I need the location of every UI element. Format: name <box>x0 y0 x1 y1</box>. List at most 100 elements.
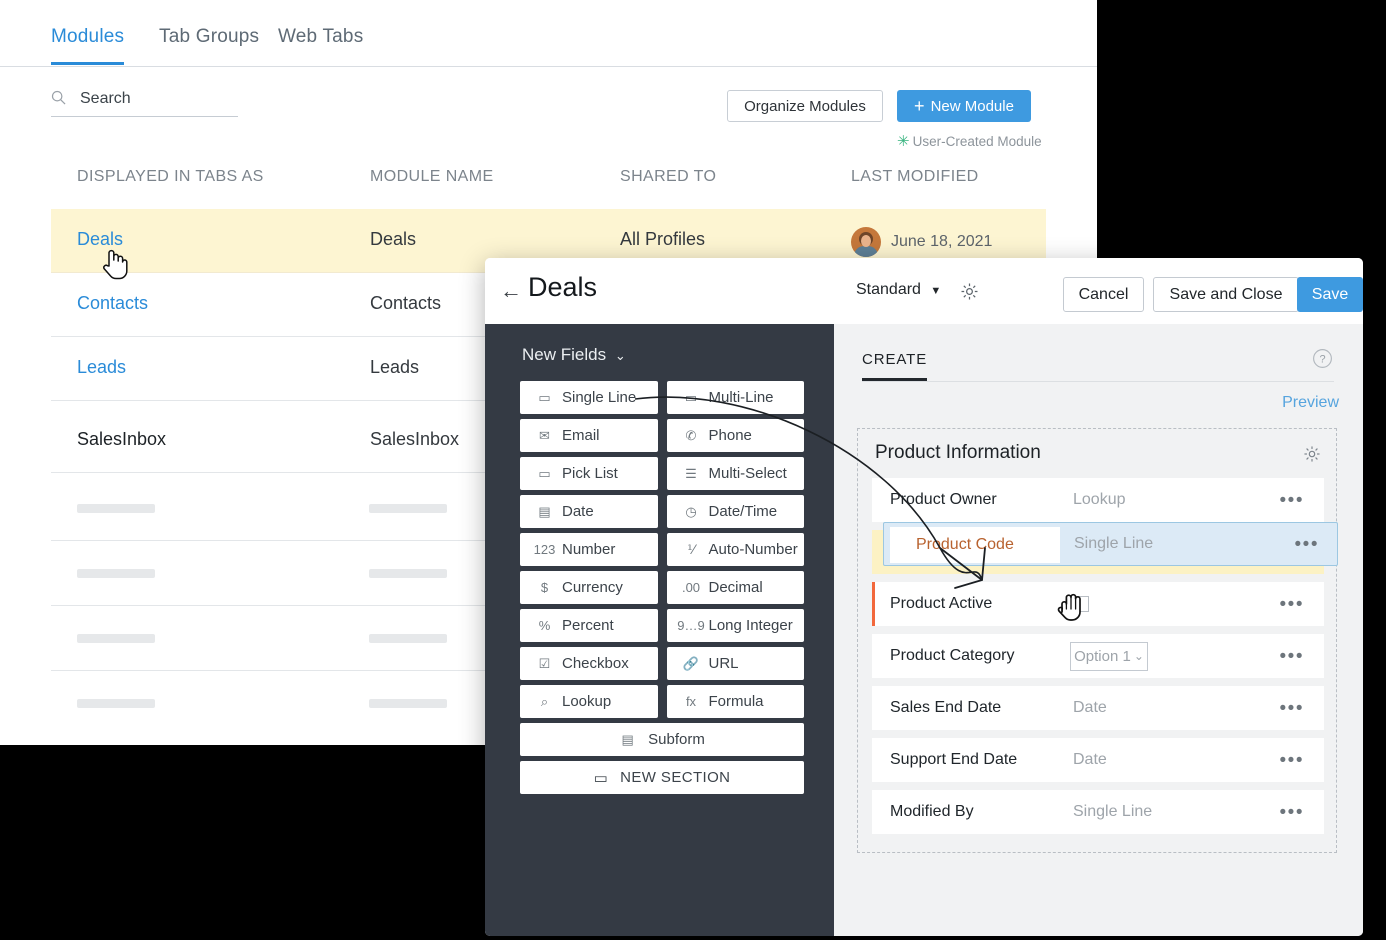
palette-row: ✉ Email ✆ Phone <box>520 419 804 452</box>
field-type-subform[interactable]: ▤ Subform <box>520 723 804 756</box>
modal-title: Deals <box>528 272 597 303</box>
new-fields-sidebar: New Fields ⌄ ▭ Single Line ▭ Multi-Line … <box>485 324 834 936</box>
product-active-checkbox[interactable] <box>1073 596 1089 612</box>
field-row-product-active[interactable]: Product Active ••• <box>872 582 1324 626</box>
screenshot-root: Modules Tab Groups Web Tabs Organize Mod… <box>0 0 1386 940</box>
field-row-support-end-date[interactable]: Support End Date Date ••• <box>872 738 1324 782</box>
save-button[interactable]: Save <box>1297 277 1363 312</box>
field-drop-target[interactable]: Product Code Single Line ••• <box>872 530 1324 574</box>
field-type-currency[interactable]: $ Currency <box>520 571 658 604</box>
layout-canvas: CREATE ? Preview Product Information <box>834 324 1363 936</box>
field-type-value: Lookup <box>1073 491 1126 509</box>
field-type-multi-line[interactable]: ▭ Multi-Line <box>667 381 805 414</box>
field-more-button[interactable]: ••• <box>1280 491 1304 510</box>
layout-select[interactable]: Standard ▼ <box>856 281 941 299</box>
module-name-cell: Leads <box>370 357 419 378</box>
search-box[interactable] <box>51 86 238 117</box>
field-type-multi-select[interactable]: ☰ Multi-Select <box>667 457 805 490</box>
field-type-label: Percent <box>562 617 614 634</box>
subform-icon: ▤ <box>619 732 636 748</box>
gear-icon[interactable] <box>1303 445 1321 468</box>
column-header-module-name: MODULE NAME <box>370 168 494 186</box>
field-type-decimal[interactable]: .00 Decimal <box>667 571 805 604</box>
palette-row: ▤ Subform <box>520 723 804 756</box>
plus-icon: + <box>914 97 925 115</box>
organize-modules-button[interactable]: Organize Modules <box>727 90 883 122</box>
field-more-button[interactable]: ••• <box>1280 751 1304 770</box>
tab-tab-groups[interactable]: Tab Groups <box>159 26 259 62</box>
field-more-button[interactable]: ••• <box>1280 647 1304 666</box>
currency-icon: $ <box>536 580 553 595</box>
cancel-button[interactable]: Cancel <box>1063 277 1144 312</box>
percent-icon: % <box>536 618 553 633</box>
palette-row: ⌕ Lookup fx Formula <box>520 685 804 718</box>
field-type-checkbox[interactable]: ☑ Checkbox <box>520 647 658 680</box>
field-type-percent[interactable]: % Percent <box>520 609 658 642</box>
field-row-sales-end-date[interactable]: Sales End Date Date ••• <box>872 686 1324 730</box>
field-type-value: Date <box>1073 751 1107 769</box>
modal-header: ← Deals Standard ▼ Cancel Save and <box>485 258 1363 324</box>
field-type-label: Long Integer <box>709 617 793 634</box>
field-type-label: Multi-Select <box>709 465 787 482</box>
field-type-lookup[interactable]: ⌕ Lookup <box>520 685 658 718</box>
field-more-button[interactable]: ••• <box>1280 803 1304 822</box>
field-type-url[interactable]: 🔗 URL <box>667 647 805 680</box>
field-type-single-line[interactable]: ▭ Single Line <box>520 381 658 414</box>
calendar-icon: ▤ <box>536 504 553 520</box>
new-fields-label: New Fields <box>522 345 606 364</box>
module-tab-name-link[interactable]: Leads <box>77 357 126 378</box>
section-title: Product Information <box>875 442 1041 464</box>
dragged-field-product-code[interactable]: Product Code Single Line ••• <box>883 522 1338 566</box>
tab-modules[interactable]: Modules <box>51 26 124 65</box>
product-category-select[interactable]: Option 1 ⌄ <box>1070 642 1148 671</box>
field-more-button[interactable]: ••• <box>1280 699 1304 718</box>
field-type-date-time[interactable]: ◷ Date/Time <box>667 495 805 528</box>
gear-icon[interactable] <box>960 282 979 306</box>
new-section-button[interactable]: ▭ NEW SECTION <box>520 761 804 794</box>
save-and-close-button[interactable]: Save and Close <box>1153 277 1299 312</box>
module-tab-name-link[interactable]: Contacts <box>77 293 148 314</box>
field-label: Product Code <box>890 527 1060 563</box>
field-more-button[interactable]: ••• <box>1280 595 1304 614</box>
field-type-formula[interactable]: fx Formula <box>667 685 805 718</box>
field-type-label: URL <box>709 655 739 672</box>
module-name-cell: Deals <box>370 229 416 250</box>
field-row-modified-by[interactable]: Modified By Single Line ••• <box>872 790 1324 834</box>
help-icon[interactable]: ? <box>1312 348 1333 374</box>
palette-row: 123 Number ⅟ Auto-Number <box>520 533 804 566</box>
field-type-label: Multi-Line <box>709 389 774 406</box>
checkbox-icon: ☑ <box>536 656 553 672</box>
auto-number-icon: ⅟ <box>683 542 700 558</box>
field-type-date[interactable]: ▤ Date <box>520 495 658 528</box>
new-fields-title[interactable]: New Fields ⌄ <box>522 345 626 365</box>
placeholder-bar <box>77 569 155 578</box>
new-module-button[interactable]: + New Module <box>897 90 1031 122</box>
search-input[interactable] <box>80 86 235 112</box>
field-type-phone[interactable]: ✆ Phone <box>667 419 805 452</box>
field-row-product-category[interactable]: Product Category Option 1 ⌄ ••• <box>872 634 1324 678</box>
placeholder-bar <box>77 504 155 513</box>
field-type-email[interactable]: ✉ Email <box>520 419 658 452</box>
field-type-label: Phone <box>709 427 752 444</box>
field-more-button[interactable]: ••• <box>1295 535 1319 554</box>
multi-line-icon: ▭ <box>683 390 700 406</box>
field-type-label: Decimal <box>709 579 763 596</box>
preview-link[interactable]: Preview <box>1282 394 1339 412</box>
field-type-auto-number[interactable]: ⅟ Auto-Number <box>667 533 805 566</box>
field-type-label: Checkbox <box>562 655 629 672</box>
module-tab-name-link[interactable]: Deals <box>77 229 123 250</box>
tab-create-label: CREATE <box>862 351 927 381</box>
palette-row: ▭ Single Line ▭ Multi-Line <box>520 381 804 414</box>
module-name-cell: SalesInbox <box>370 429 459 450</box>
back-arrow-icon[interactable]: ← <box>500 280 522 302</box>
new-module-label: New Module <box>931 98 1014 115</box>
placeholder-bar <box>369 699 447 708</box>
field-type-number[interactable]: 123 Number <box>520 533 658 566</box>
tab-create[interactable]: CREATE <box>862 351 927 381</box>
field-row-product-owner[interactable]: Product Owner Lookup ••• <box>872 478 1324 522</box>
field-type-long-integer[interactable]: 9…9 Long Integer <box>667 609 805 642</box>
tab-web-tabs[interactable]: Web Tabs <box>278 26 363 62</box>
module-tab-name-label: SalesInbox <box>77 429 166 450</box>
field-list: Product Owner Lookup ••• Product Code Si… <box>872 478 1324 842</box>
field-type-pick-list[interactable]: ▭ Pick List <box>520 457 658 490</box>
